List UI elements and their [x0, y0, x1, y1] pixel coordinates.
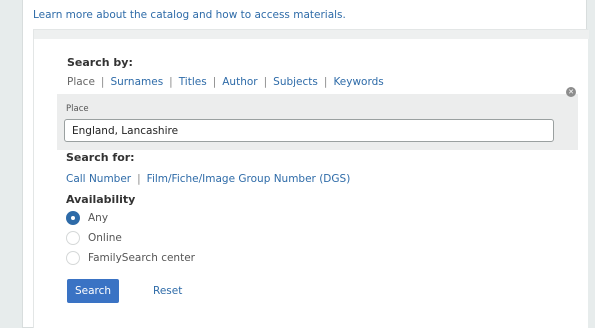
tab-surnames[interactable]: Surnames: [110, 76, 163, 88]
tab-author[interactable]: Author: [222, 76, 257, 88]
radio-button-online[interactable]: [66, 231, 80, 245]
reset-link[interactable]: Reset: [153, 285, 182, 297]
tab-subjects[interactable]: Subjects: [273, 76, 318, 88]
learn-more-link[interactable]: Learn more about the catalog and how to …: [33, 9, 346, 21]
tab-separator: |: [137, 173, 141, 185]
radio-button-familysearch-center[interactable]: [66, 251, 80, 265]
availability-option-online[interactable]: Online: [66, 228, 195, 248]
search-form-card: Search by: Place | Surnames | Titles | A…: [33, 29, 589, 328]
availability-option-familysearch-center[interactable]: FamilySearch center: [66, 248, 195, 268]
radio-button-any[interactable]: [66, 211, 80, 225]
tab-separator: |: [169, 76, 173, 88]
search-for-heading: Search for:: [66, 151, 135, 164]
tab-separator: |: [212, 76, 217, 88]
availability-option-label: FamilySearch center: [88, 252, 195, 264]
availability-option-any[interactable]: Any: [66, 208, 195, 228]
catalog-search-page: Learn more about the catalog and how to …: [22, 0, 589, 328]
close-icon[interactable]: ✕: [566, 87, 576, 97]
search-by-heading: Search by:: [67, 56, 133, 69]
tab-separator: |: [263, 76, 268, 88]
search-for-tabs: Call Number | Film/Fiche/Image Group Num…: [66, 173, 350, 185]
tab-titles[interactable]: Titles: [179, 76, 207, 88]
place-field-label: Place: [66, 104, 89, 114]
place-input[interactable]: [64, 119, 554, 142]
tab-separator: |: [100, 76, 105, 88]
tab-place[interactable]: Place: [67, 76, 95, 88]
availability-heading: Availability: [66, 193, 136, 206]
search-button[interactable]: Search: [67, 279, 119, 303]
search-by-tabs: Place | Surnames | Titles | Author | Sub…: [67, 76, 384, 88]
tab-call-number[interactable]: Call Number: [66, 173, 131, 185]
tab-film-fiche-dgs[interactable]: Film/Fiche/Image Group Number (DGS): [147, 173, 351, 185]
card-top-strip: [34, 30, 589, 39]
place-field-panel: Place: [57, 94, 578, 150]
availability-option-label: Any: [88, 212, 109, 224]
availability-option-label: Online: [88, 232, 122, 244]
tab-separator: |: [323, 76, 328, 88]
availability-radio-group: Any Online FamilySearch center: [66, 208, 195, 268]
tab-keywords[interactable]: Keywords: [333, 76, 383, 88]
